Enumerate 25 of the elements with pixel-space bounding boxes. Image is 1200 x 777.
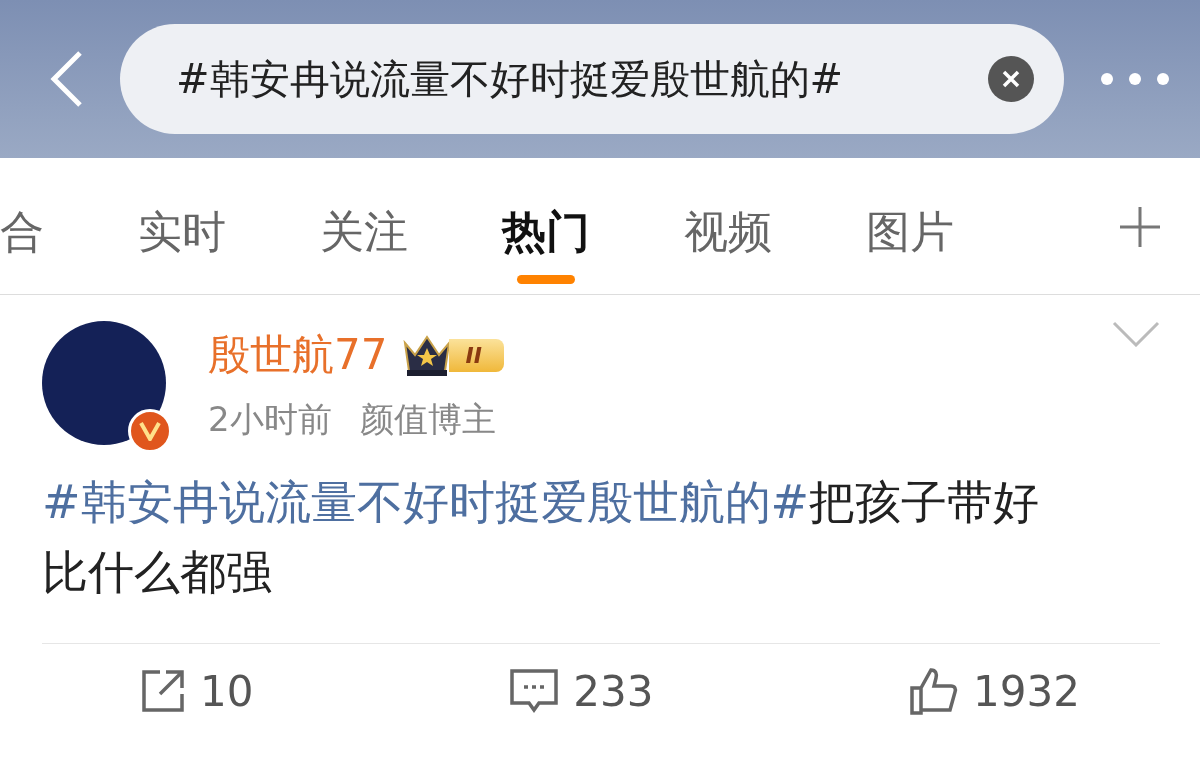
tab[interactable]: 关注: [320, 206, 408, 284]
repost-button[interactable]: 10: [140, 666, 254, 716]
add-icon[interactable]: [1118, 205, 1162, 249]
like-button[interactable]: 1932: [909, 666, 1080, 716]
clear-icon[interactable]: [988, 56, 1034, 102]
avatar[interactable]: [42, 321, 166, 445]
author-tag: 颜值博主: [359, 397, 496, 443]
share-icon: [140, 668, 186, 714]
tab[interactable]: 实时: [138, 206, 226, 284]
search-field[interactable]: #韩安冉说流量不好时挺爱殷世航的#: [174, 55, 988, 103]
search-bar[interactable]: #韩安冉说流量不好时挺爱殷世航的#: [120, 24, 1064, 134]
tab[interactable]: 合: [0, 206, 44, 284]
tab[interactable]: 视频: [684, 206, 772, 284]
post-text: #韩安冉说流量不好时挺爱殷世航的#把孩子带好比什么都强: [42, 467, 1160, 644]
post-time: 2小时前: [208, 398, 332, 441]
more-icon[interactable]: [1100, 72, 1170, 86]
back-icon[interactable]: [48, 49, 84, 109]
comment-icon: [509, 668, 560, 714]
hashtag-link[interactable]: #韩安冉说流量不好时挺爱殷世航的#: [42, 475, 810, 529]
tab[interactable]: 图片: [866, 206, 954, 284]
tab[interactable]: 热门: [502, 206, 590, 284]
comment-button[interactable]: 233: [509, 666, 654, 716]
thumbs-up-icon: [909, 666, 960, 716]
level-badge: II: [449, 338, 504, 372]
author-name[interactable]: 殷世航77: [208, 327, 388, 383]
